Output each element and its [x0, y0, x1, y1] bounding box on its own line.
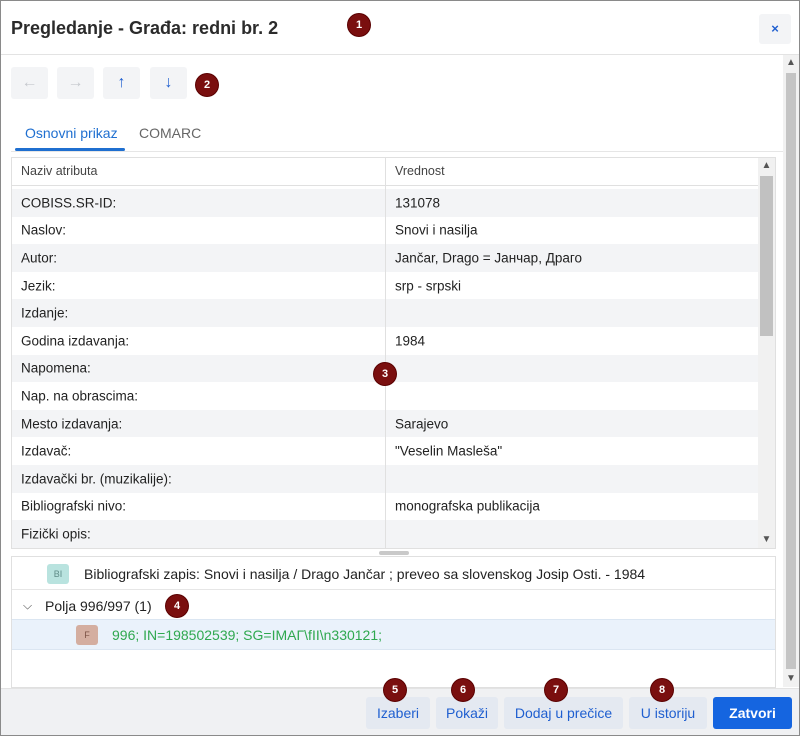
holding-text: 996; IN=198502539; SG=IMAΓ\fII\n330121;	[112, 626, 383, 643]
column-header-value[interactable]: Vrednost	[395, 164, 445, 178]
tree-item-holding[interactable]: F 996; IN=198502539; SG=IMAΓ\fII\n330121…	[12, 619, 775, 650]
scroll-up-icon[interactable]: ▲	[758, 158, 775, 174]
dialog-scrollbar-thumb[interactable]	[786, 73, 796, 669]
attribute-name: Jezik:	[21, 278, 56, 294]
dialog-title: Pregledanje - Građa: redni br. 2	[11, 18, 279, 38]
attribute-name: Mesto izdavanja:	[21, 416, 123, 432]
bibliographic-record-text: Bibliografski zapis: Snovi i nasilja / D…	[84, 566, 646, 582]
attribute-name: Autor:	[21, 250, 58, 266]
arrow-down-icon: ↓	[164, 74, 173, 91]
annotation-marker-1: 1	[348, 14, 370, 36]
attribute-value: Sarajevo	[395, 416, 449, 432]
move-up-button[interactable]: ↑	[103, 67, 140, 99]
add-to-history-button[interactable]: U istoriju	[629, 697, 707, 729]
next-record-button[interactable]: →	[57, 67, 94, 99]
move-down-button[interactable]: ↓	[150, 67, 187, 99]
close-dialog-button[interactable]: ×	[759, 14, 791, 44]
table-scrollbar-thumb[interactable]	[760, 176, 773, 336]
attribute-value: "Veselin Masleša"	[395, 443, 503, 459]
pane-splitter-handle[interactable]	[379, 551, 409, 555]
record-tree: BI Bibliografski zapis: Snovi i nasilja …	[11, 556, 776, 688]
column-separator	[385, 158, 386, 548]
dialog-scrollbar[interactable]: ▲ ▼	[783, 55, 799, 687]
annotation-marker-8: 8	[651, 679, 673, 701]
annotation-marker-7: 7	[545, 679, 567, 701]
tabs-divider	[11, 151, 787, 152]
scroll-down-icon[interactable]: ▼	[783, 671, 799, 687]
scroll-down-icon[interactable]: ▼	[758, 532, 775, 548]
record-view-dialog: Pregledanje - Građa: redni br. 2 × 1 ← →…	[0, 0, 800, 736]
annotation-marker-2: 2	[196, 74, 218, 96]
attribute-name: Izdavački br. (muzikalije):	[21, 471, 172, 487]
chevron-down-icon[interactable]: ⌵	[23, 598, 32, 613]
close-icon: ×	[771, 21, 779, 36]
attribute-name: Naslov:	[21, 222, 67, 238]
arrow-right-icon: →	[67, 74, 84, 91]
bibliographic-badge-icon: BI	[47, 564, 69, 584]
attribute-name: COBISS.SR-ID:	[21, 195, 117, 211]
attribute-value: Jančar, Drago = Јанчар, Драго	[395, 250, 582, 266]
tab-comarc[interactable]: COMARC	[139, 125, 201, 141]
tab-basic-view[interactable]: Osnovni prikaz	[25, 125, 118, 141]
arrow-up-icon: ↑	[117, 74, 126, 91]
close-button[interactable]: Zatvori	[713, 697, 792, 729]
show-button[interactable]: Pokaži	[436, 697, 498, 729]
scroll-up-icon[interactable]: ▲	[783, 55, 799, 71]
tree-item-bibliographic-record[interactable]: BI Bibliografski zapis: Snovi i nasilja …	[12, 559, 775, 590]
field-badge-icon: F	[76, 625, 98, 645]
annotation-marker-3: 3	[374, 363, 396, 385]
tree-group-fields-996-997[interactable]: ⌵ Polja 996/997 (1)	[12, 590, 775, 621]
dialog-header: Pregledanje - Građa: redni br. 2 ×	[1, 1, 799, 55]
attribute-name: Izdanje:	[21, 305, 69, 321]
annotation-marker-6: 6	[452, 679, 474, 701]
table-scrollbar[interactable]: ▲ ▼	[758, 158, 775, 548]
column-header-attribute[interactable]: Naziv atributa	[21, 164, 97, 178]
attribute-name: Napomena:	[21, 360, 91, 376]
annotation-marker-4: 4	[166, 595, 188, 617]
attribute-value: monografska publikacija	[395, 498, 540, 514]
tree-group-label: Polja 996/997 (1)	[45, 597, 152, 614]
attribute-name: Nap. na obrascima:	[21, 388, 139, 404]
arrow-left-icon: ←	[21, 74, 38, 91]
attribute-name: Bibliografski nivo:	[21, 498, 127, 514]
previous-record-button[interactable]: ←	[11, 67, 48, 99]
attribute-name: Izdavač:	[21, 443, 72, 459]
attribute-value: Snovi i nasilja	[395, 222, 478, 238]
attribute-value: 131078	[395, 195, 441, 211]
annotation-marker-5: 5	[384, 679, 406, 701]
attribute-value: srp - srpski	[395, 278, 462, 294]
add-to-shortcuts-button[interactable]: Dodaj u prečice	[504, 697, 623, 729]
attribute-value: 1984	[395, 333, 426, 349]
select-button[interactable]: Izaberi	[366, 697, 430, 729]
attribute-name: Godina izdavanja:	[21, 333, 130, 349]
attribute-table: Naziv atributa Vrednost COBISS.SR-ID: 13…	[11, 157, 776, 549]
attribute-name: Fizički opis:	[21, 526, 91, 542]
